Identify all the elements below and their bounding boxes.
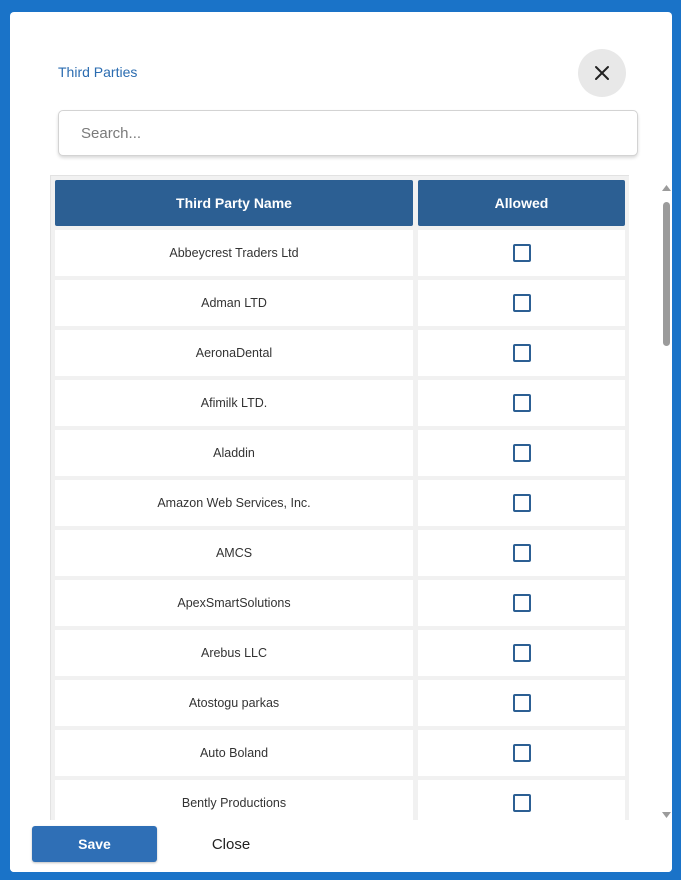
allowed-cell — [418, 580, 625, 626]
third-party-name-cell: Afimilk LTD. — [55, 380, 413, 426]
scroll-down-arrow-icon[interactable] — [661, 810, 672, 820]
third-party-name-cell: Adman LTD — [55, 280, 413, 326]
third-party-name-cell: AeronaDental — [55, 330, 413, 376]
allowed-cell — [418, 430, 625, 476]
third-party-name-cell: ApexSmartSolutions — [55, 580, 413, 626]
third-party-name-cell: Arebus LLC — [55, 630, 413, 676]
allowed-cell — [418, 680, 625, 726]
third-party-name-cell: Abbeycrest Traders Ltd — [55, 230, 413, 276]
third-party-name-cell: Aladdin — [55, 430, 413, 476]
allowed-checkbox[interactable] — [512, 744, 531, 762]
allowed-checkbox[interactable] — [512, 594, 531, 612]
allowed-checkbox[interactable] — [512, 794, 531, 812]
modal-title: Third Parties — [58, 64, 138, 80]
close-icon — [595, 66, 609, 80]
scroll-thumb[interactable] — [663, 202, 670, 346]
search-box — [58, 110, 638, 156]
allowed-checkbox[interactable] — [512, 694, 531, 712]
allowed-cell — [418, 230, 625, 276]
allowed-cell — [418, 530, 625, 576]
allowed-cell — [418, 380, 625, 426]
allowed-cell — [418, 480, 625, 526]
scroll-up-arrow-icon[interactable] — [661, 183, 672, 193]
allowed-cell — [418, 730, 625, 776]
third-party-name-cell: Auto Boland — [55, 730, 413, 776]
close-modal-button[interactable] — [578, 49, 626, 97]
modal-footer: Save Close — [10, 820, 672, 872]
third-parties-table: Third Party Name Allowed Abbeycrest Trad… — [50, 175, 629, 822]
third-parties-modal: Third Parties Third Party Name Allowed A… — [10, 12, 672, 872]
allowed-cell — [418, 630, 625, 676]
allowed-checkbox[interactable] — [512, 444, 531, 462]
close-button[interactable]: Close — [194, 826, 268, 862]
allowed-checkbox[interactable] — [512, 294, 531, 312]
third-party-name-cell: Atostogu parkas — [55, 680, 413, 726]
third-party-name-cell: AMCS — [55, 530, 413, 576]
allowed-cell — [418, 780, 625, 821]
third-party-name-cell: Amazon Web Services, Inc. — [55, 480, 413, 526]
table-scrollbar[interactable] — [661, 175, 672, 820]
search-input[interactable] — [59, 111, 637, 155]
allowed-checkbox[interactable] — [512, 544, 531, 562]
third-party-name-cell: Bently Productions — [55, 780, 413, 821]
allowed-checkbox[interactable] — [512, 394, 531, 412]
allowed-cell — [418, 280, 625, 326]
allowed-checkbox[interactable] — [512, 494, 531, 512]
allowed-cell — [418, 330, 625, 376]
allowed-checkbox[interactable] — [512, 244, 531, 262]
allowed-checkbox[interactable] — [512, 644, 531, 662]
allowed-checkbox[interactable] — [512, 344, 531, 362]
save-button[interactable]: Save — [32, 826, 157, 862]
column-header-allowed: Allowed — [418, 180, 625, 226]
column-header-name: Third Party Name — [55, 180, 413, 226]
